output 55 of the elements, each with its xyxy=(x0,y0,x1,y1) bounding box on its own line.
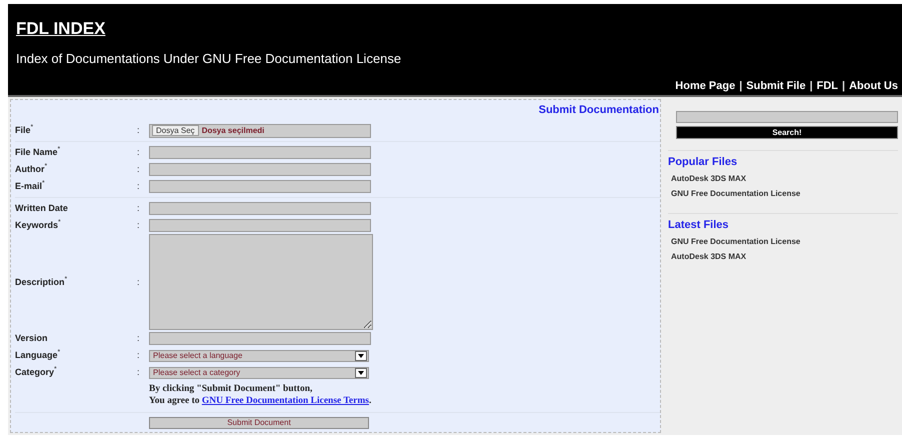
file-field[interactable]: Dosya Seç Dosya seçilmedi xyxy=(149,124,371,138)
colon: : xyxy=(137,333,141,344)
colon: : xyxy=(137,350,141,361)
input-field[interactable] xyxy=(149,163,371,176)
colon: : xyxy=(137,125,141,136)
input-field[interactable] xyxy=(149,202,371,215)
colon: : xyxy=(137,181,141,192)
input-field[interactable] xyxy=(149,180,371,193)
caret-icon xyxy=(355,350,367,360)
input-field[interactable] xyxy=(149,146,371,159)
file-link[interactable]: AutoDesk 3DS MAX xyxy=(671,252,746,261)
file-link[interactable]: AutoDesk 3DS MAX xyxy=(671,174,746,183)
colon: : xyxy=(137,203,141,214)
colon: : xyxy=(137,147,141,158)
field-label: File$^{*}$ xyxy=(15,125,34,136)
input-field[interactable] xyxy=(149,332,371,345)
site-subtitle: Index of Documentations Under GNU Free Documentation License xyxy=(16,51,402,66)
nav-separator: | xyxy=(739,80,742,92)
colon: : xyxy=(137,367,141,378)
field-label: Version xyxy=(15,333,49,344)
field-label: File Name$^{*}$ xyxy=(15,147,62,158)
nav-separator: | xyxy=(842,80,846,92)
field-label: Written Date xyxy=(15,203,69,214)
description-field[interactable] xyxy=(149,234,373,330)
input-field[interactable] xyxy=(149,219,371,232)
file-link[interactable]: GNU Free Documentation License xyxy=(671,189,800,198)
nav-link[interactable]: Home Page xyxy=(675,80,736,92)
terms-text: By clicking "Submit Document" button, You agree to GNU Free Documentation License Terms. xyxy=(149,383,372,408)
field-label: Author$^{*}$ xyxy=(15,164,48,175)
search-field[interactable] xyxy=(676,111,898,123)
colon: : xyxy=(137,164,141,175)
nav-link[interactable]: FDL xyxy=(816,80,838,92)
caret-icon xyxy=(355,368,367,378)
file-link[interactable]: GNU Free Documentation License xyxy=(671,237,800,246)
terms-link[interactable]: GNU Free Documentation License Terms xyxy=(202,396,369,406)
field-label: Language$^{*}$ xyxy=(15,350,62,361)
dropdown[interactable]: Please select a category xyxy=(149,366,369,378)
colon: : xyxy=(137,276,141,288)
field-label: Category$^{*}$ xyxy=(15,367,58,378)
nav-separator: | xyxy=(810,80,813,92)
nav-link[interactable]: Submit File xyxy=(746,80,806,92)
choose-file-button[interactable]: Dosya Seç xyxy=(152,125,199,136)
form-heading: Submit Documentation xyxy=(538,104,659,116)
field-label: E-mail$^{*}$ xyxy=(15,181,46,192)
site-title[interactable]: FDL INDEX xyxy=(16,19,106,39)
submit-button[interactable]: Submit Document xyxy=(149,417,369,429)
colon: : xyxy=(137,220,141,231)
section-heading: Latest Files xyxy=(668,219,729,231)
section-heading: Popular Files xyxy=(668,156,738,168)
file-status: Dosya seçilmedi xyxy=(202,125,264,136)
nav-link[interactable]: About Us xyxy=(849,80,898,92)
dropdown[interactable]: Please select a language xyxy=(149,350,369,362)
field-label: Keywords$^{*}$ xyxy=(15,220,62,231)
field-label: Description$^{*}$ xyxy=(15,276,68,288)
search-button[interactable]: Search! xyxy=(676,126,898,139)
